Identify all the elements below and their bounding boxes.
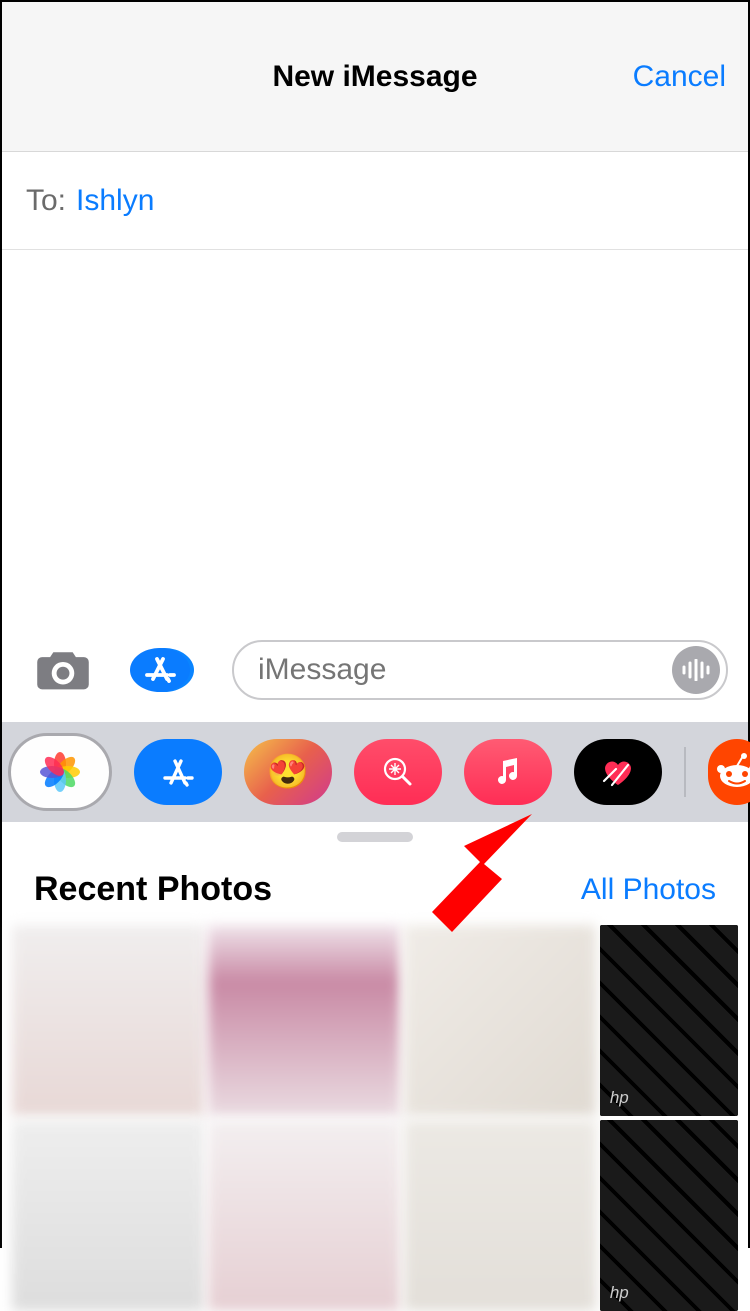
imessage-app-strip[interactable]: 😍 — [2, 722, 748, 822]
message-input[interactable] — [258, 653, 672, 687]
photos-drawer[interactable]: Recent Photos All Photos hp hp — [2, 832, 748, 1311]
conversation-area — [2, 250, 748, 624]
appstore-app-icon[interactable] — [134, 739, 222, 805]
app-strip-divider — [684, 747, 686, 797]
photo-thumb[interactable] — [404, 1120, 596, 1311]
modal-title: New iMessage — [272, 60, 477, 94]
to-label: To: — [26, 184, 66, 218]
photo-grid: hp hp — [2, 921, 748, 1311]
memoji-app-icon[interactable]: 😍 — [244, 739, 332, 805]
cancel-button[interactable]: Cancel — [633, 60, 726, 94]
photo-thumb[interactable] — [208, 1120, 400, 1311]
all-photos-button[interactable]: All Photos — [581, 873, 716, 907]
photo-thumb[interactable] — [404, 925, 596, 1116]
message-input-wrap — [232, 640, 728, 700]
photos-app-icon[interactable] — [8, 733, 112, 811]
drawer-grabber[interactable] — [337, 832, 413, 842]
camera-icon[interactable] — [34, 647, 92, 693]
voice-record-button[interactable] — [672, 646, 720, 694]
digital-touch-app-icon[interactable] — [574, 739, 662, 805]
to-field-row[interactable]: To: Ishlyn — [2, 152, 748, 250]
photo-thumb[interactable] — [12, 925, 204, 1116]
compose-row — [2, 642, 748, 698]
to-recipient-chip[interactable]: Ishlyn — [76, 184, 154, 218]
reddit-app-icon[interactable] — [708, 739, 750, 805]
appstore-drawer-icon[interactable] — [130, 648, 194, 692]
search-images-app-icon[interactable] — [354, 739, 442, 805]
modal-header: New iMessage Cancel — [2, 2, 748, 152]
photo-thumb[interactable]: hp — [600, 925, 738, 1116]
photo-thumb[interactable]: hp — [600, 1120, 738, 1311]
photo-thumb[interactable] — [208, 925, 400, 1116]
music-app-icon[interactable] — [464, 739, 552, 805]
photos-drawer-header: Recent Photos All Photos — [2, 842, 748, 921]
photo-thumb[interactable] — [12, 1120, 204, 1311]
recent-photos-title: Recent Photos — [34, 870, 272, 909]
audio-waveform-icon — [681, 659, 711, 681]
